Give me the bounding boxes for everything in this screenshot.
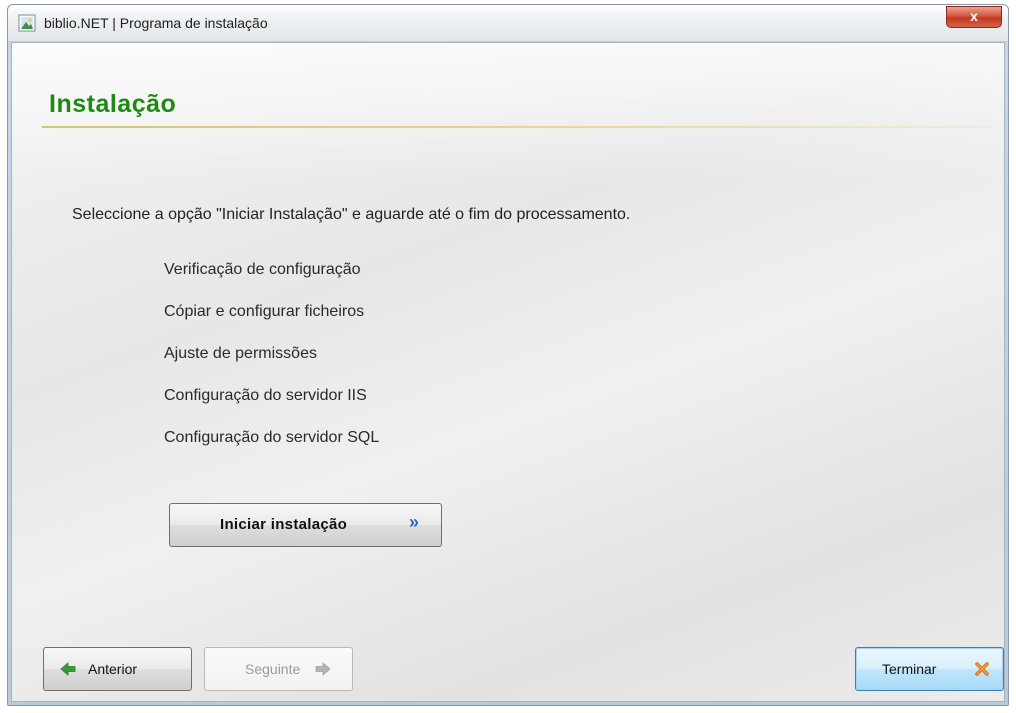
- finish-label: Terminar: [882, 661, 937, 677]
- step-item: Verificação de configuração: [164, 261, 361, 278]
- previous-button[interactable]: Anterior: [43, 647, 192, 691]
- title-bar[interactable]: biblio.NET | Programa de instalação x: [8, 5, 1008, 42]
- window-title: biblio.NET | Programa de instalação: [44, 15, 268, 31]
- double-chevron-right-icon: »: [408, 512, 419, 532]
- orange-x-icon: [975, 662, 989, 676]
- step-item: Ajuste de permissões: [164, 345, 317, 362]
- previous-label: Anterior: [88, 661, 138, 677]
- green-arrow-left-icon: [60, 662, 76, 676]
- step-item: Cópiar e configurar ficheiros: [164, 303, 365, 320]
- next-button[interactable]: Seguinte: [204, 647, 353, 691]
- start-installation-label: Iniciar instalação: [220, 516, 348, 533]
- instruction-text: Seleccione a opção "Iniciar Instalação" …: [72, 206, 631, 223]
- step-item: Configuração do servidor IIS: [164, 387, 367, 404]
- close-button[interactable]: x: [946, 6, 1002, 28]
- start-installation-button[interactable]: Iniciar instalação »: [169, 503, 442, 547]
- finish-button[interactable]: Terminar: [855, 647, 1004, 691]
- installer-window: biblio.NET | Programa de instalação x In…: [7, 4, 1009, 706]
- page-title: Instalação: [49, 90, 177, 118]
- steps-list: Verificação de configuração Cópiar e con…: [164, 259, 379, 469]
- application-icon: [18, 14, 36, 32]
- step-item: Configuração do servidor SQL: [164, 429, 380, 446]
- next-label: Seguinte: [245, 661, 301, 677]
- wizard-panel: Instalação Seleccione a opção "Iniciar I…: [11, 42, 1005, 702]
- title-divider: [42, 126, 992, 128]
- close-icon: x: [970, 8, 978, 24]
- gray-arrow-right-icon: [315, 662, 331, 676]
